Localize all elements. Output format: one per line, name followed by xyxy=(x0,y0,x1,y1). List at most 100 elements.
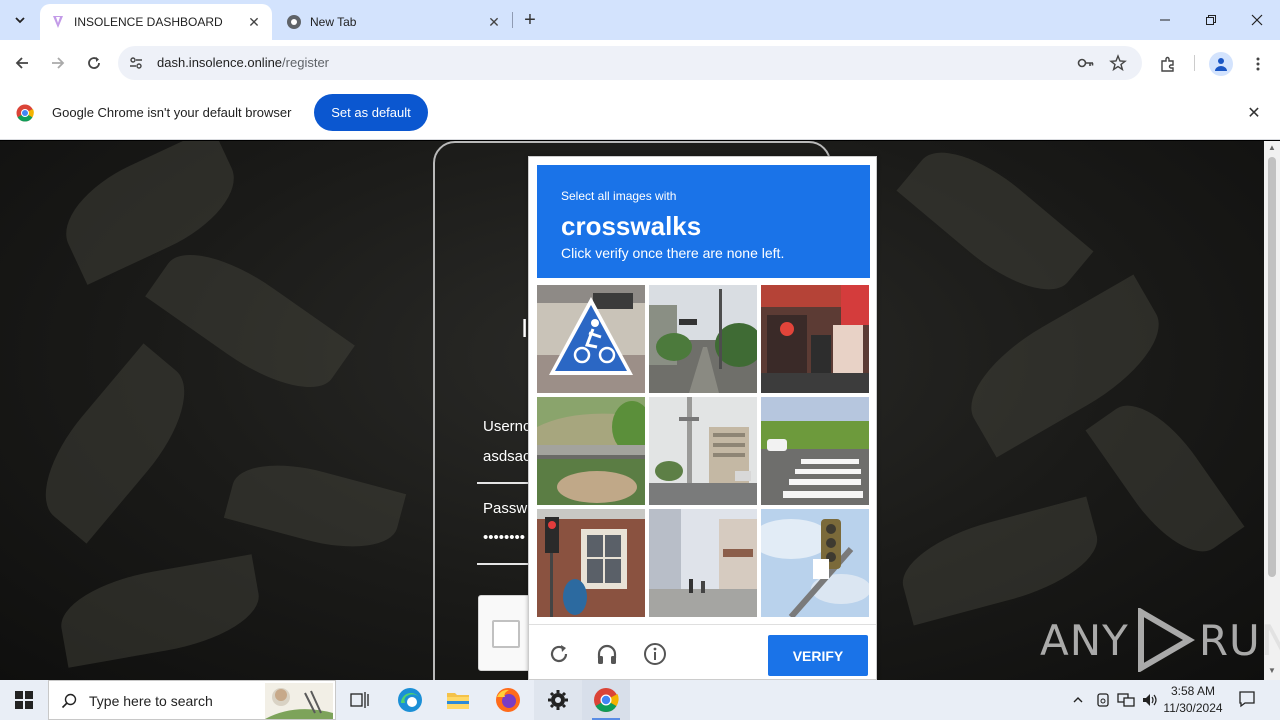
watermark-left-text: ANY xyxy=(1040,615,1129,665)
info-icon[interactable] xyxy=(641,640,669,668)
tab-title: INSOLENCE DASHBOARD xyxy=(74,15,223,29)
edge-browser-icon xyxy=(398,688,422,712)
tile-bridge-hillside[interactable] xyxy=(537,397,645,505)
close-infobar-icon[interactable]: ✕ xyxy=(1244,103,1264,123)
taskbar-edge[interactable] xyxy=(386,680,434,720)
taskbar-firefox[interactable] xyxy=(484,680,532,720)
url-path: /register xyxy=(282,55,330,70)
windows-logo-icon xyxy=(15,691,33,709)
restore-button[interactable] xyxy=(1188,0,1234,40)
new-tab-button[interactable]: + xyxy=(518,8,542,32)
challenge-footer: VERIFY xyxy=(529,624,876,681)
taskbar-settings[interactable] xyxy=(534,680,582,720)
recaptcha-challenge: Select all images with crosswalks Click … xyxy=(528,156,877,680)
background-leaf xyxy=(1085,387,1245,570)
reload-button[interactable] xyxy=(80,49,108,77)
close-tab-icon[interactable]: ✕ xyxy=(484,12,504,32)
back-button[interactable] xyxy=(8,49,36,77)
password-input[interactable]: •••••••• xyxy=(483,529,525,546)
challenge-instruction-top: Select all images with xyxy=(561,189,677,203)
audio-challenge-headphones-icon[interactable] xyxy=(593,640,621,668)
taskbar-search-box[interactable]: Type here to search xyxy=(48,680,336,720)
default-browser-infobar: Google Chrome isn't your default browser… xyxy=(0,86,1280,140)
reload-icon xyxy=(88,57,100,69)
tab-search-button[interactable] xyxy=(8,8,32,32)
minimize-icon xyxy=(1160,19,1170,21)
watermark-right-text: RUN xyxy=(1198,615,1280,665)
network-icon[interactable] xyxy=(1116,690,1136,710)
close-window-button[interactable] xyxy=(1234,0,1280,40)
clock-date: 11/30/2024 xyxy=(1163,701,1223,715)
close-icon xyxy=(1251,14,1263,26)
challenge-header: Select all images with crosswalks Click … xyxy=(537,165,870,278)
chevron-down-icon xyxy=(15,17,25,24)
chrome-icon xyxy=(594,688,619,713)
set-as-default-button[interactable]: Set as default xyxy=(314,94,428,131)
browser-toolbar: dash.insolence.online/register xyxy=(0,40,1280,86)
url-host: dash.insolence.online xyxy=(157,55,283,70)
notification-center-icon[interactable] xyxy=(1237,689,1257,709)
arrow-right-icon xyxy=(52,57,65,69)
tile-street-intersection[interactable] xyxy=(649,285,757,393)
tab-divider xyxy=(512,12,513,28)
background-leaf xyxy=(893,496,1107,626)
tile-pedestrian-street[interactable] xyxy=(649,509,757,617)
tab-insolence-dashboard[interactable]: INSOLENCE DASHBOARD ✕ xyxy=(40,4,272,40)
challenge-keyword: crosswalks xyxy=(561,211,702,241)
toolbar-divider xyxy=(1194,55,1195,71)
chrome-logo-icon xyxy=(16,104,34,122)
address-bar[interactable]: dash.insolence.online/register xyxy=(118,46,1142,80)
minimize-button[interactable] xyxy=(1142,0,1188,40)
infobar-message: Google Chrome isn't your default browser xyxy=(52,105,292,120)
task-view-button[interactable] xyxy=(336,680,384,720)
password-label: Passw xyxy=(483,500,528,517)
tab-strip: INSOLENCE DASHBOARD ✕ New Tab ✕ + xyxy=(0,0,1280,40)
tab-title: New Tab xyxy=(310,15,357,29)
gear-icon xyxy=(548,690,568,710)
extensions-puzzle-icon[interactable] xyxy=(1156,52,1180,76)
recaptcha-checkbox[interactable] xyxy=(492,620,520,648)
background-leaf xyxy=(223,450,407,562)
show-hidden-icons-chevron-up-icon[interactable] xyxy=(1068,690,1088,710)
site-favicon-icon xyxy=(50,14,66,30)
username-input[interactable]: asdsac xyxy=(483,448,531,465)
profile-avatar-icon[interactable] xyxy=(1209,52,1233,76)
taskbar-clock[interactable]: 3:58 AM 11/30/2024 xyxy=(1160,683,1226,717)
chrome-favicon-icon xyxy=(286,14,302,30)
background-leaf xyxy=(54,554,266,668)
password-key-icon[interactable] xyxy=(1076,53,1096,73)
tile-zebra-crosswalk[interactable] xyxy=(761,397,869,505)
play-triangle-icon xyxy=(1137,608,1195,672)
tile-shopping-street[interactable] xyxy=(761,285,869,393)
windows-taskbar: Type here to search 3:58 AM 11/30/2024 xyxy=(0,680,1280,720)
tile-bicycle-crossing-sign[interactable] xyxy=(537,285,645,393)
username-label: Usernc xyxy=(483,418,531,435)
reload-challenge-icon[interactable] xyxy=(545,640,573,668)
verify-button[interactable]: VERIFY xyxy=(768,635,868,676)
tile-traffic-light-building[interactable] xyxy=(537,509,645,617)
volume-speaker-icon[interactable] xyxy=(1140,690,1160,710)
arrow-left-icon xyxy=(15,57,28,69)
scroll-up-icon[interactable]: ▲ xyxy=(1268,144,1276,152)
tile-traffic-signal-sky[interactable] xyxy=(761,509,869,617)
challenge-image-grid xyxy=(537,285,870,617)
page-scrollbar[interactable]: ▲ ▼ xyxy=(1264,141,1280,680)
menu-kebab-icon[interactable] xyxy=(1246,52,1270,76)
device-icon[interactable] xyxy=(1093,690,1113,710)
scrollbar-thumb[interactable] xyxy=(1268,157,1276,577)
background-leaf xyxy=(896,141,1094,313)
url-text: dash.insolence.online/register xyxy=(157,55,329,70)
clock-time: 3:58 AM xyxy=(1170,684,1216,698)
taskbar-chrome[interactable] xyxy=(582,680,630,720)
tile-power-poles-street[interactable] xyxy=(649,397,757,505)
close-tab-icon[interactable]: ✕ xyxy=(244,12,264,32)
firefox-icon xyxy=(496,688,520,712)
tab-new-tab[interactable]: New Tab ✕ xyxy=(276,4,512,40)
start-button[interactable] xyxy=(0,680,48,720)
taskbar-file-explorer[interactable] xyxy=(434,680,482,720)
bookmark-star-icon[interactable] xyxy=(1108,53,1128,73)
site-info-icon[interactable] xyxy=(126,53,146,73)
folder-icon xyxy=(447,693,469,709)
challenge-instruction-bottom: Click verify once there are none left. xyxy=(561,245,785,261)
forward-button[interactable] xyxy=(44,49,72,77)
